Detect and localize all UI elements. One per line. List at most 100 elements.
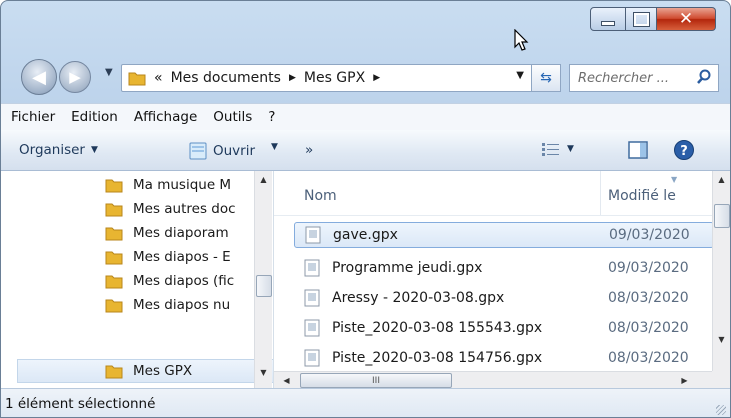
close-icon: ✕ bbox=[678, 9, 694, 29]
sidebar-item-label: Mes diapos - E bbox=[133, 249, 231, 265]
refresh-icon: ⇆ bbox=[540, 70, 552, 86]
address-overflow[interactable]: « bbox=[154, 70, 163, 86]
menu-help[interactable]: ? bbox=[268, 109, 275, 125]
preview-pane-button[interactable] bbox=[627, 140, 649, 160]
address-bar[interactable]: « Mes documents ▶ Mes GPX ▶ ▼ bbox=[121, 64, 533, 92]
forward-arrow-icon: ▶ bbox=[69, 68, 81, 86]
sidebar-item-label: Mes diapos (fic bbox=[133, 273, 235, 289]
more-label: » bbox=[305, 142, 314, 158]
menu-bar: Fichier Edition Affichage Outils ? bbox=[1, 103, 730, 131]
folder-icon bbox=[105, 227, 123, 241]
chevron-down-icon: ▼ bbox=[90, 145, 98, 155]
file-date: 08/03/2020 bbox=[608, 350, 689, 366]
back-arrow-icon: ◀ bbox=[32, 66, 46, 88]
refresh-button[interactable]: ⇆ bbox=[531, 64, 561, 92]
back-button[interactable]: ◀ bbox=[21, 59, 57, 95]
file-name: Piste_2020-03-08 155543.gpx bbox=[332, 320, 543, 336]
search-placeholder: Rechercher ... bbox=[578, 70, 670, 86]
history-dropdown[interactable]: ▼ bbox=[105, 67, 113, 78]
sidebar-item-label: Ma musique M bbox=[133, 177, 232, 193]
file-date: 09/03/2020 bbox=[609, 227, 690, 243]
sidebar-item-mes-diaporam[interactable]: Mes diaporam bbox=[105, 221, 255, 245]
scrollbar-thumb[interactable]: III bbox=[300, 373, 452, 388]
file-row-piste-154756[interactable]: Piste_2020-03-08 154756.gpx 08/03/2020 bbox=[294, 345, 712, 371]
view-options-button[interactable]: ▼ bbox=[541, 141, 574, 157]
sidebar-item-label: Mes diaporam bbox=[133, 225, 229, 241]
column-header-name[interactable]: Nom bbox=[304, 188, 337, 204]
sort-indicator-icon: ▼ bbox=[671, 175, 678, 184]
organize-button[interactable]: Organiser ▼ bbox=[19, 142, 98, 158]
address-segment-gpx[interactable]: Mes GPX bbox=[304, 70, 365, 86]
folder-icon bbox=[105, 299, 123, 313]
sidebar-item-label: Mes diapos nu bbox=[133, 297, 231, 313]
navigation-pane: Ma musique M Mes autres doc Mes diaporam… bbox=[1, 171, 274, 388]
sidebar-item-label: Mes GPX bbox=[133, 363, 193, 379]
scroll-down-arrow-icon[interactable]: ▼ bbox=[713, 331, 730, 348]
column-header-modified[interactable]: Modifié le bbox=[608, 188, 676, 204]
scrollbar-thumb[interactable] bbox=[256, 275, 272, 297]
scroll-right-arrow-icon[interactable]: ▶ bbox=[676, 372, 693, 388]
file-row-programme-jeudi[interactable]: Programme jeudi.gpx 09/03/2020 bbox=[294, 255, 712, 281]
menu-fichier[interactable]: Fichier bbox=[11, 109, 55, 125]
resize-grip-icon[interactable] bbox=[716, 405, 726, 415]
sidebar-scrollbar[interactable]: ▲ ▼ bbox=[254, 171, 272, 388]
folder-icon bbox=[105, 179, 123, 193]
close-button[interactable]: ✕ bbox=[657, 7, 716, 31]
file-row-aressy[interactable]: Aressy - 2020-03-08.gpx 08/03/2020 bbox=[294, 285, 712, 311]
search-icon[interactable] bbox=[696, 69, 712, 85]
explorer-window: ✕ ◀ ▶ ▼ « Mes documents ▶ Mes GPX ▶ ▼ ⇆ … bbox=[0, 0, 731, 418]
more-commands-button[interactable]: » bbox=[305, 142, 313, 158]
gpx-file-icon bbox=[304, 319, 320, 337]
file-name: Piste_2020-03-08 154756.gpx bbox=[332, 350, 543, 366]
address-separator[interactable]: ▶ bbox=[373, 73, 380, 83]
file-name: Programme jeudi.gpx bbox=[332, 260, 483, 276]
svg-text:?: ? bbox=[680, 144, 688, 159]
maximize-button[interactable] bbox=[626, 7, 657, 31]
scroll-down-arrow-icon[interactable]: ▼ bbox=[255, 364, 272, 381]
scrollbar-thumb[interactable] bbox=[714, 204, 730, 228]
scroll-left-arrow-icon[interactable]: ◀ bbox=[278, 372, 295, 388]
file-list-vertical-scrollbar[interactable]: ▲ ▼ bbox=[712, 171, 730, 371]
help-icon: ? bbox=[674, 140, 694, 160]
address-dropdown-icon[interactable]: ▼ bbox=[516, 70, 524, 81]
folder-icon bbox=[105, 365, 123, 379]
sidebar-item-mes-diapos-e[interactable]: Mes diapos - E bbox=[105, 245, 255, 269]
column-headers: ▼ Nom Modifié le bbox=[274, 171, 712, 216]
file-name: Aressy - 2020-03-08.gpx bbox=[332, 290, 505, 306]
folder-icon bbox=[105, 275, 123, 289]
file-name: gave.gpx bbox=[333, 227, 398, 243]
file-row-piste-155543[interactable]: Piste_2020-03-08 155543.gpx 08/03/2020 bbox=[294, 315, 712, 341]
menu-affichage[interactable]: Affichage bbox=[134, 109, 197, 125]
file-list-horizontal-scrollbar[interactable]: ◀ III ▶ bbox=[274, 371, 712, 388]
file-date: 09/03/2020 bbox=[608, 260, 689, 276]
view-list-icon bbox=[542, 143, 559, 156]
gpx-file-icon bbox=[304, 289, 320, 307]
file-row-gave[interactable]: gave.gpx 09/03/2020 bbox=[294, 222, 714, 248]
forward-button[interactable]: ▶ bbox=[59, 61, 91, 93]
help-button[interactable]: ? bbox=[673, 139, 695, 161]
folder-icon bbox=[105, 251, 123, 265]
sidebar-item-label: Mes autres doc bbox=[133, 201, 236, 217]
gpx-file-icon bbox=[305, 226, 321, 244]
sidebar-item-mes-diapos-nu[interactable]: Mes diapos nu bbox=[105, 293, 255, 317]
status-bar: 1 élément sélectionné bbox=[1, 388, 730, 417]
scroll-up-arrow-icon[interactable]: ▲ bbox=[255, 171, 272, 188]
scroll-up-arrow-icon[interactable]: ▲ bbox=[713, 171, 730, 188]
address-segment-documents[interactable]: Mes documents bbox=[171, 70, 281, 86]
file-date: 08/03/2020 bbox=[608, 290, 689, 306]
scroll-corner bbox=[712, 371, 730, 388]
column-divider[interactable] bbox=[600, 171, 601, 215]
menu-edition[interactable]: Edition bbox=[71, 109, 118, 125]
minimize-button[interactable] bbox=[590, 7, 626, 31]
open-document-icon bbox=[189, 142, 207, 160]
address-separator[interactable]: ▶ bbox=[289, 73, 296, 83]
menu-outils[interactable]: Outils bbox=[213, 109, 252, 125]
sidebar-item-mes-diapos-fic[interactable]: Mes diapos (fic bbox=[105, 269, 255, 293]
sidebar-item-mes-autres-doc[interactable]: Mes autres doc bbox=[105, 197, 255, 221]
open-button[interactable]: Ouvrir bbox=[187, 142, 255, 160]
sidebar-item-ma-musique[interactable]: Ma musique M bbox=[105, 173, 255, 197]
organize-label: Organiser bbox=[19, 142, 85, 158]
search-box[interactable]: Rechercher ... bbox=[569, 64, 719, 92]
sidebar-item-mes-gpx[interactable]: Mes GPX bbox=[17, 359, 273, 383]
open-options-button[interactable]: ▼ bbox=[265, 142, 278, 152]
